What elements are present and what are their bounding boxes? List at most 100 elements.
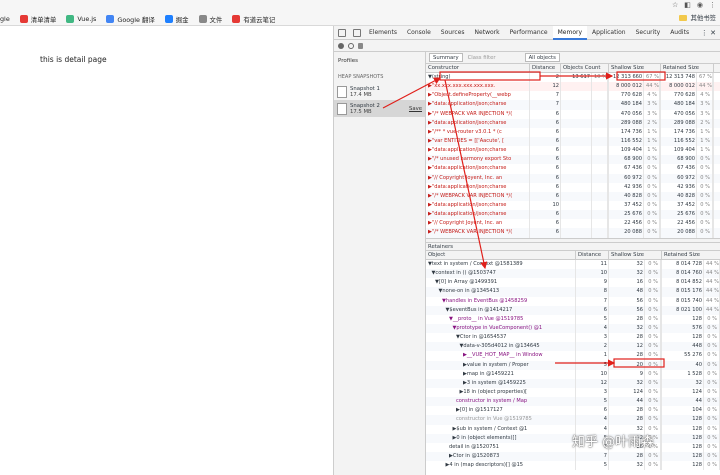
retainer-row[interactable]: ▼text in system / Context @1581389 11 32 0 … (426, 260, 720, 270)
tab-memory[interactable]: Memory (552, 25, 588, 40)
col-object[interactable]: Object (426, 251, 576, 259)
tab-application[interactable]: Application (587, 26, 631, 40)
table-row[interactable]: ▶"data:application/json;charse 6 289 088 2 … (426, 118, 720, 128)
table-row[interactable]: ▶"data:application/json;charse 6 25 676 0 %… (426, 210, 720, 220)
retainer-row[interactable]: ▼none-on in @1345413 8 48 0 % 8 015 176 44 % (426, 287, 720, 297)
bookmark-item[interactable]: 掘金 (164, 15, 189, 24)
cell-constructor: ▶"data:application/json;charse (426, 200, 530, 211)
col-constructor[interactable]: Constructor (426, 64, 530, 72)
retainer-row[interactable]: ▼handles in EventBus @1458259 7 56 0 % 8 015… (426, 296, 720, 306)
retainer-row[interactable]: ▶4 in (map descriptors)[] @15 5 32 0 % 128 0 … (426, 461, 720, 471)
cell-percent: 2 % (697, 118, 713, 128)
tab-console[interactable]: Console (402, 26, 436, 40)
cell-percent: 0 % (704, 451, 720, 462)
table-row[interactable]: ▶"data:application/json;charse 6 42 936 0 %… (426, 182, 720, 192)
table-row[interactable]: ▶"/** * vue-router v3.0.1 * (c 6 174 736 1 … (426, 127, 720, 137)
col-retained-size[interactable]: Retained Size (661, 64, 714, 72)
retainer-row[interactable]: ▶value in system / Proper 5 20 0 % 40 0 % (426, 360, 720, 370)
table-row[interactable]: ▶"/* unused harmony export Sto 6 68 900 0 %… (426, 155, 720, 165)
cell-shallow-size: 28 0 % (609, 406, 662, 416)
menu-icon[interactable]: ⋮ (709, 1, 716, 9)
table-row[interactable]: ▶"xx.xxx.xxx.xxx.xxx.xxx. 12 8 000 012 44 %… (426, 82, 720, 92)
cell-value: 44 (611, 397, 645, 407)
cell-percent: 1 % (697, 127, 713, 137)
retainer-row[interactable]: ▼prototype in VueComponent() @1 4 32 0 % 576… (426, 323, 720, 334)
retainer-row[interactable]: ▶3 in system @1459225 12 32 0 % 32 0 % (426, 378, 720, 388)
extension-icon[interactable]: ◉ (697, 1, 703, 9)
record-icon[interactable] (338, 42, 344, 49)
table-row[interactable]: ▶"/* WEBPACK VAR INJECTION */(6 40 828 0 %… (426, 191, 720, 201)
retainer-row[interactable]: ▶18 in (object properties)[3 124 0 % 124 0 % (426, 387, 720, 398)
view-select[interactable]: Summary (429, 53, 463, 62)
cell-value: 37 452 (663, 200, 697, 211)
table-row[interactable]: ▶"data:application/json;charse 10 37 452 0 … (426, 200, 720, 211)
tab-performance[interactable]: Performance (505, 26, 553, 40)
tab-security[interactable]: Security (631, 26, 666, 40)
col-ret-distance[interactable]: Distance (576, 251, 609, 259)
retainer-row[interactable]: ▼__proto__ in Vue @1519785 5 28 0 % 128 0 % (426, 314, 720, 324)
bookmark-item[interactable]: gle (0, 15, 10, 23)
table-row[interactable]: ▶"/* WEBPACK VAR INJECTION */(6 20 088 0 %… (426, 228, 720, 238)
table-row[interactable]: ▶"// Copyright Joyent, Inc. an 6 22 456 0 %… (426, 219, 720, 229)
cell-retained-size: 55 276 0 % (662, 351, 720, 361)
retainer-row[interactable]: ▶__VUE_HOT_MAP__ in Window 1 28 0 % 55 276 0 … (426, 351, 720, 361)
snapshot-2[interactable]: Snapshot 2 17.5 MB Save (334, 100, 425, 117)
table-row[interactable]: ▶"data:application/json;charse 6 109 404 1 … (426, 146, 720, 156)
table-row[interactable]: ▶"/* WEBPACK VAR INJECTION */(6 470 056 3 … (426, 109, 720, 119)
cell-value: 470 056 (611, 109, 644, 119)
col-ret-shallow[interactable]: Shallow Size (609, 251, 662, 259)
cell-retained-size: 8 000 012 44 % (661, 82, 714, 92)
cell-object: ▶[0] in @1517127 (426, 406, 576, 416)
table-row[interactable]: ▶"data:application/json;charse 6 67 436 0 %… (426, 164, 720, 174)
close-icon[interactable]: ⋮ ✕ (697, 29, 720, 37)
table-row[interactable]: ▶"Object.defineProperty(__webp 7 770 628 4 … (426, 91, 720, 101)
cell-percent: 67 % (697, 73, 713, 83)
other-bookmarks[interactable]: 其他书签 (679, 13, 716, 22)
retainer-row[interactable]: ▼context in () @1503747 10 32 0 % 8 014 760 4… (426, 269, 720, 279)
retainer-row[interactable]: ▶map in @1459221 10 9 0 % 1 528 0 % (426, 369, 720, 379)
bookmark-item[interactable]: Vue.js (66, 15, 96, 23)
clear-icon[interactable] (348, 42, 354, 49)
save-link[interactable]: Save (409, 106, 422, 112)
cell-objects-count (561, 136, 609, 147)
cell-distance: 12 (576, 378, 609, 388)
star-icon[interactable]: ☆ (672, 1, 678, 9)
table-row[interactable]: ▶"data:application/json;charse 7 480 184 3 … (426, 100, 720, 110)
class-filter-input[interactable]: Class filter (468, 55, 496, 61)
extension-icon[interactable]: ◧ (684, 1, 691, 9)
cell-value: 124 (611, 387, 645, 398)
cell-percent: 0 % (644, 219, 660, 229)
device-icon[interactable] (353, 28, 361, 37)
bookmark-item[interactable]: 有道云笔记 (232, 15, 275, 24)
retainer-row[interactable]: constructor in system / Map 5 44 0 % 44 0 % (426, 397, 720, 407)
tab-sources[interactable]: Sources (436, 26, 470, 40)
bookmark-item[interactable]: 清单清单 (19, 15, 56, 24)
cell-retained-size: 8 015 176 44 % (662, 287, 720, 297)
retainer-row[interactable]: ▶[0] in @1517127 6 28 0 % 104 0 % (426, 406, 720, 416)
inspect-icon[interactable] (338, 28, 346, 37)
tab-elements[interactable]: Elements (364, 26, 402, 40)
cell-retained-size: 470 056 3 % (661, 109, 714, 119)
table-row[interactable]: ▶"// Copyright Joyent, Inc. an 6 60 972 0 %… (426, 173, 720, 183)
trash-icon[interactable] (358, 42, 363, 49)
table-row[interactable]: ▼(string) 2 13 617 10 % 12 313 660 67 % 12 313… (426, 73, 720, 83)
col-objects-count[interactable]: Objects Count (561, 64, 609, 72)
tab-audits[interactable]: Audits (665, 26, 694, 40)
retainer-row[interactable]: ▼data-v-305d4012 in @134645 2 12 0 % 448 0 % (426, 342, 720, 352)
retainer-row[interactable]: ▼Ctor in @1654537 3 28 0 % 128 0 % (426, 333, 720, 343)
table-row[interactable]: ▶"var ENTITIES = [['Aacute', [6 116 552 1 … (426, 136, 720, 147)
retainer-row[interactable]: ▶Ctor in @1520873 7 28 0 % 128 0 % (426, 451, 720, 462)
retainer-row[interactable]: ▼[0] in Array @1499391 9 16 0 % 8 014 852 44 … (426, 278, 720, 288)
objects-select[interactable]: All objects (524, 53, 560, 62)
tab-network[interactable]: Network (470, 26, 505, 40)
bookmark-item[interactable]: Google 翻译 (106, 15, 155, 24)
col-ret-retained[interactable]: Retained Size (662, 251, 720, 259)
retainer-row[interactable]: constructor in Vue @1519785 4 28 0 % 128 0 % (426, 415, 720, 425)
col-distance[interactable]: Distance (530, 64, 561, 72)
retainer-row[interactable]: ▼$eventBus in @1414217 6 56 0 % 8 021 100 44 … (426, 305, 720, 315)
bookmark-item[interactable]: 文件 (198, 15, 222, 24)
cell-retained-size: 37 452 0 % (661, 200, 714, 211)
cell-constructor: ▶"data:application/json;charse (426, 164, 530, 174)
col-shallow-size[interactable]: Shallow Size (609, 64, 661, 72)
snapshot-1[interactable]: Snapshot 1 17.4 MB (334, 83, 425, 100)
